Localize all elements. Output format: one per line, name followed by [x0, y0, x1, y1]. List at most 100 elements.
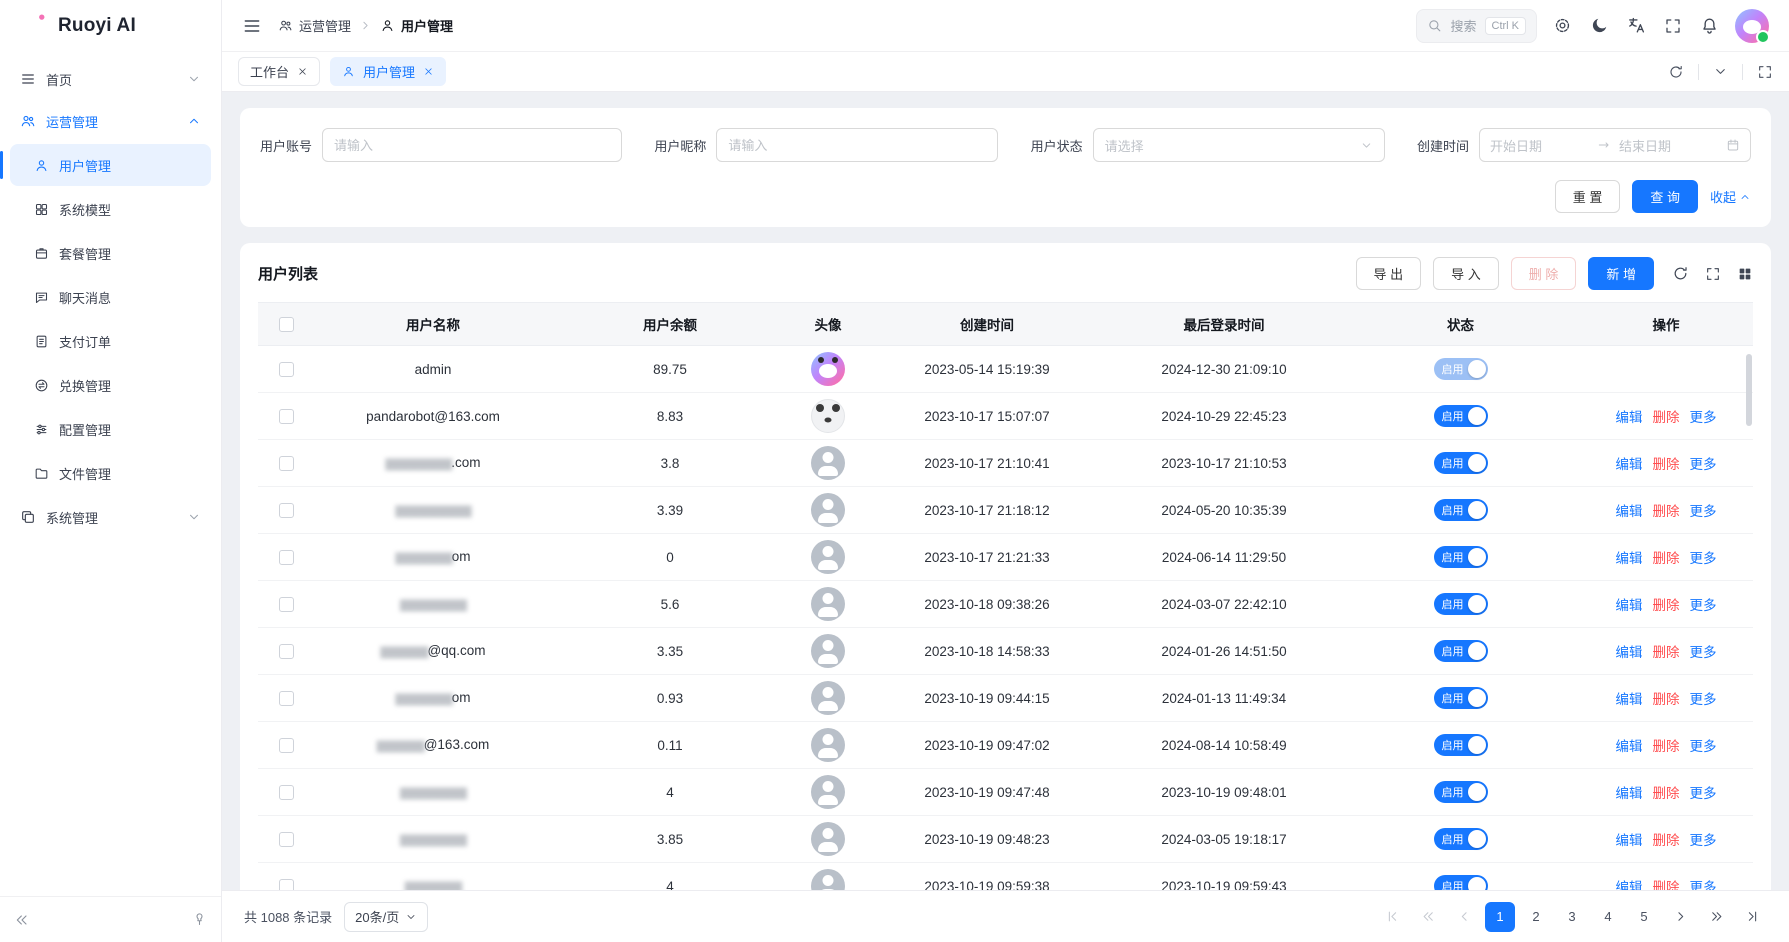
edit-link[interactable]: 编辑	[1616, 876, 1643, 890]
delete-link[interactable]: 删除	[1653, 641, 1680, 661]
import-button[interactable]: 导 入	[1433, 257, 1499, 290]
breadcrumb-item-user-management[interactable]: 用户管理	[380, 16, 453, 35]
sidebar-item-payment-orders[interactable]: 支付订单	[10, 320, 211, 362]
sidebar-item-operations[interactable]: 运营管理	[10, 100, 211, 142]
breadcrumb-item-operations[interactable]: 运营管理	[278, 16, 351, 35]
jump-forward-button[interactable]	[1701, 902, 1731, 932]
edit-link[interactable]: 编辑	[1616, 500, 1643, 520]
reset-button[interactable]: 重 置	[1555, 180, 1621, 213]
page-button-1[interactable]: 1	[1485, 902, 1515, 932]
translate-icon[interactable]	[1627, 16, 1646, 35]
more-link[interactable]: 更多	[1690, 453, 1717, 473]
status-toggle[interactable]: 启用	[1434, 452, 1488, 474]
scrollbar-thumb[interactable]	[1746, 354, 1752, 426]
gear-icon[interactable]	[1553, 16, 1572, 35]
sidebar-item-chat-messages[interactable]: 聊天消息	[10, 276, 211, 318]
sidebar-item-system-models[interactable]: 系统模型	[10, 188, 211, 230]
bell-icon[interactable]	[1700, 16, 1719, 35]
edit-link[interactable]: 编辑	[1616, 829, 1643, 849]
chevron-down-icon[interactable]	[1713, 64, 1728, 79]
delete-link[interactable]: 删除	[1653, 547, 1680, 567]
row-checkbox[interactable]	[279, 597, 294, 612]
expand-icon[interactable]	[1757, 64, 1773, 80]
delete-link[interactable]: 删除	[1653, 829, 1680, 849]
delete-link[interactable]: 删除	[1653, 594, 1680, 614]
fullscreen-icon[interactable]	[1705, 266, 1721, 282]
add-button[interactable]: 新 增	[1588, 257, 1654, 290]
page-button-3[interactable]: 3	[1557, 902, 1587, 932]
last-page-button[interactable]	[1737, 902, 1767, 932]
collapse-filters-link[interactable]: 收起	[1710, 187, 1751, 206]
more-link[interactable]: 更多	[1690, 406, 1717, 426]
sidebar-item-config[interactable]: 配置管理	[10, 408, 211, 450]
edit-link[interactable]: 编辑	[1616, 547, 1643, 567]
more-link[interactable]: 更多	[1690, 688, 1717, 708]
delete-link[interactable]: 删除	[1653, 735, 1680, 755]
more-link[interactable]: 更多	[1690, 594, 1717, 614]
row-checkbox[interactable]	[279, 785, 294, 800]
row-checkbox[interactable]	[279, 879, 294, 890]
status-toggle[interactable]: 启用	[1434, 358, 1488, 380]
row-checkbox[interactable]	[279, 738, 294, 753]
sidebar-item-packages[interactable]: 套餐管理	[10, 232, 211, 274]
delete-link[interactable]: 删除	[1653, 406, 1680, 426]
edit-link[interactable]: 编辑	[1616, 406, 1643, 426]
sidebar-item-home[interactable]: 首页	[10, 58, 211, 100]
more-link[interactable]: 更多	[1690, 876, 1717, 890]
row-checkbox[interactable]	[279, 832, 294, 847]
search-button[interactable]: 查 询	[1632, 180, 1698, 213]
column-settings-icon[interactable]	[1737, 266, 1753, 282]
collapse-sidebar-icon[interactable]	[14, 912, 30, 928]
status-toggle[interactable]: 启用	[1434, 405, 1488, 427]
edit-link[interactable]: 编辑	[1616, 453, 1643, 473]
select-all-checkbox[interactable]	[279, 317, 294, 332]
export-button[interactable]: 导 出	[1356, 257, 1422, 290]
page-button-2[interactable]: 2	[1521, 902, 1551, 932]
date-range-picker[interactable]: 开始日期 结束日期	[1479, 128, 1751, 162]
global-search[interactable]: 搜索 Ctrl K	[1416, 9, 1537, 43]
edit-link[interactable]: 编辑	[1616, 782, 1643, 802]
delete-link[interactable]: 删除	[1653, 500, 1680, 520]
more-link[interactable]: 更多	[1690, 500, 1717, 520]
moon-icon[interactable]	[1590, 16, 1609, 35]
status-toggle[interactable]: 启用	[1434, 640, 1488, 662]
row-checkbox[interactable]	[279, 409, 294, 424]
account-input[interactable]	[322, 128, 622, 162]
more-link[interactable]: 更多	[1690, 829, 1717, 849]
sidebar-item-files[interactable]: 文件管理	[10, 452, 211, 494]
more-link[interactable]: 更多	[1690, 641, 1717, 661]
delete-link[interactable]: 删除	[1653, 453, 1680, 473]
delete-link[interactable]: 删除	[1653, 688, 1680, 708]
close-icon[interactable]	[423, 66, 434, 77]
status-toggle[interactable]: 启用	[1434, 875, 1488, 890]
status-toggle[interactable]: 启用	[1434, 499, 1488, 521]
avatar[interactable]	[1735, 9, 1769, 43]
delete-link[interactable]: 删除	[1653, 876, 1680, 890]
nickname-input[interactable]	[716, 128, 998, 162]
refresh-icon[interactable]	[1672, 265, 1689, 282]
page-button-5[interactable]: 5	[1629, 902, 1659, 932]
row-checkbox[interactable]	[279, 691, 294, 706]
prev-page-button[interactable]	[1449, 902, 1479, 932]
first-page-button[interactable]	[1377, 902, 1407, 932]
more-link[interactable]: 更多	[1690, 735, 1717, 755]
sidebar-item-system-management[interactable]: 系统管理	[10, 496, 211, 538]
page-button-4[interactable]: 4	[1593, 902, 1623, 932]
row-checkbox[interactable]	[279, 362, 294, 377]
status-toggle[interactable]: 启用	[1434, 781, 1488, 803]
pin-icon[interactable]	[192, 912, 207, 927]
more-link[interactable]: 更多	[1690, 782, 1717, 802]
status-toggle[interactable]: 启用	[1434, 828, 1488, 850]
edit-link[interactable]: 编辑	[1616, 688, 1643, 708]
next-page-button[interactable]	[1665, 902, 1695, 932]
more-link[interactable]: 更多	[1690, 547, 1717, 567]
delete-button[interactable]: 删 除	[1511, 257, 1577, 290]
status-select[interactable]: 请选择	[1093, 128, 1385, 162]
row-checkbox[interactable]	[279, 503, 294, 518]
page-size-select[interactable]: 20条/页	[344, 902, 428, 932]
tab-workbench[interactable]: 工作台	[238, 57, 320, 86]
status-toggle[interactable]: 启用	[1434, 687, 1488, 709]
refresh-icon[interactable]	[1668, 64, 1684, 80]
jump-back-button[interactable]	[1413, 902, 1443, 932]
fullscreen-icon[interactable]	[1664, 17, 1682, 35]
